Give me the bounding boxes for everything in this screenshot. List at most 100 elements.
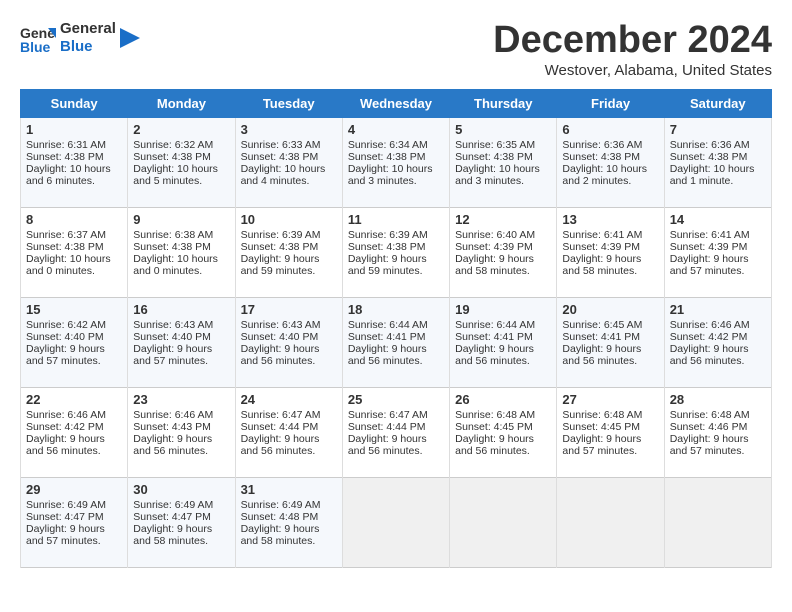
daylight-label: Daylight: 9 hours and 56 minutes. <box>670 343 749 367</box>
calendar-cell: 6Sunrise: 6:36 AMSunset: 4:38 PMDaylight… <box>557 117 664 207</box>
calendar-cell: 30Sunrise: 6:49 AMSunset: 4:47 PMDayligh… <box>128 477 235 567</box>
calendar-week-row: 8Sunrise: 6:37 AMSunset: 4:38 PMDaylight… <box>21 207 772 297</box>
day-number: 29 <box>26 482 122 497</box>
sunset-label: Sunset: 4:38 PM <box>133 151 211 163</box>
daylight-label: Daylight: 9 hours and 57 minutes. <box>26 343 105 367</box>
calendar-cell: 23Sunrise: 6:46 AMSunset: 4:43 PMDayligh… <box>128 387 235 477</box>
calendar-cell: 29Sunrise: 6:49 AMSunset: 4:47 PMDayligh… <box>21 477 128 567</box>
sunset-label: Sunset: 4:41 PM <box>348 331 426 343</box>
day-number: 5 <box>455 122 551 137</box>
page-header: General Blue General Blue December 2024 … <box>20 20 772 79</box>
daylight-label: Daylight: 10 hours and 4 minutes. <box>241 163 326 187</box>
calendar-cell: 11Sunrise: 6:39 AMSunset: 4:38 PMDayligh… <box>342 207 449 297</box>
sunset-label: Sunset: 4:45 PM <box>455 421 533 433</box>
location: Westover, Alabama, United States <box>493 62 772 79</box>
daylight-label: Daylight: 10 hours and 3 minutes. <box>455 163 540 187</box>
calendar-table: SundayMondayTuesdayWednesdayThursdayFrid… <box>20 89 772 568</box>
daylight-label: Daylight: 10 hours and 6 minutes. <box>26 163 111 187</box>
sunset-label: Sunset: 4:48 PM <box>241 511 319 523</box>
sunset-label: Sunset: 4:41 PM <box>562 331 640 343</box>
sunset-label: Sunset: 4:42 PM <box>670 331 748 343</box>
sunset-label: Sunset: 4:38 PM <box>241 151 319 163</box>
daylight-label: Daylight: 9 hours and 56 minutes. <box>348 343 427 367</box>
sunset-label: Sunset: 4:39 PM <box>562 241 640 253</box>
day-number: 21 <box>670 302 766 317</box>
sunrise-label: Sunrise: 6:49 AM <box>133 499 213 511</box>
sunrise-label: Sunrise: 6:31 AM <box>26 139 106 151</box>
daylight-label: Daylight: 9 hours and 56 minutes. <box>26 433 105 457</box>
month-title: December 2024 <box>493 20 772 62</box>
sunset-label: Sunset: 4:38 PM <box>26 241 104 253</box>
header-thursday: Thursday <box>450 89 557 117</box>
calendar-cell: 13 Sunrise: 6:41 AMSunset: 4:39 PMDayligh… <box>557 207 664 297</box>
daylight-label: Daylight: 9 hours and 58 minutes. <box>241 523 320 547</box>
daylight-label: Daylight: 9 hours and 58 minutes. <box>455 253 534 277</box>
daylight-label: Daylight: 9 hours and 59 minutes. <box>348 253 427 277</box>
day-number: 27 <box>562 392 658 407</box>
calendar-cell <box>664 477 771 567</box>
header-friday: Friday <box>557 89 664 117</box>
sunrise-label: Sunrise: 6:41 AM <box>562 229 642 241</box>
day-number: 22 <box>26 392 122 407</box>
daylight-label: Daylight: 10 hours and 0 minutes. <box>26 253 111 277</box>
day-number: 15 <box>26 302 122 317</box>
sunset-label: Sunset: 4:47 PM <box>133 511 211 523</box>
calendar-cell: 15Sunrise: 6:42 AMSunset: 4:40 PMDayligh… <box>21 297 128 387</box>
sunrise-label: Sunrise: 6:49 AM <box>241 499 321 511</box>
header-saturday: Saturday <box>664 89 771 117</box>
calendar-cell: 21 Sunrise: 6:46 AMSunset: 4:42 PMDayligh… <box>664 297 771 387</box>
daylight-label: Daylight: 9 hours and 56 minutes. <box>241 433 320 457</box>
calendar-cell: 16 Sunrise: 6:43 AMSunset: 4:40 PMDayligh… <box>128 297 235 387</box>
sunrise-label: Sunrise: 6:39 AM <box>348 229 428 241</box>
sunrise-label: Sunrise: 6:46 AM <box>670 319 750 331</box>
day-number: 20 <box>562 302 658 317</box>
calendar-cell <box>450 477 557 567</box>
sunset-label: Sunset: 4:41 PM <box>455 331 533 343</box>
daylight-label: Daylight: 9 hours and 58 minutes. <box>562 253 641 277</box>
day-number: 16 <box>133 302 229 317</box>
calendar-week-row: 1Sunrise: 6:31 AMSunset: 4:38 PMDaylight… <box>21 117 772 207</box>
sunrise-label: Sunrise: 6:45 AM <box>562 319 642 331</box>
daylight-label: Daylight: 9 hours and 57 minutes. <box>562 433 641 457</box>
sunrise-label: Sunrise: 6:41 AM <box>670 229 750 241</box>
calendar-cell: 7Sunrise: 6:36 AMSunset: 4:38 PMDaylight… <box>664 117 771 207</box>
calendar-cell: 12Sunrise: 6:40 AMSunset: 4:39 PMDayligh… <box>450 207 557 297</box>
sunrise-label: Sunrise: 6:35 AM <box>455 139 535 151</box>
calendar-cell: 1Sunrise: 6:31 AMSunset: 4:38 PMDaylight… <box>21 117 128 207</box>
daylight-label: Daylight: 9 hours and 57 minutes. <box>26 523 105 547</box>
daylight-label: Daylight: 9 hours and 56 minutes. <box>133 433 212 457</box>
day-number: 10 <box>241 212 337 227</box>
day-number: 30 <box>133 482 229 497</box>
daylight-label: Daylight: 9 hours and 57 minutes. <box>133 343 212 367</box>
calendar-cell: 25Sunrise: 6:47 AMSunset: 4:44 PMDayligh… <box>342 387 449 477</box>
sunset-label: Sunset: 4:39 PM <box>670 241 748 253</box>
day-number: 24 <box>241 392 337 407</box>
sunset-label: Sunset: 4:44 PM <box>348 421 426 433</box>
calendar-cell: 24Sunrise: 6:47 AMSunset: 4:44 PMDayligh… <box>235 387 342 477</box>
sunset-label: Sunset: 4:40 PM <box>133 331 211 343</box>
logo-text-blue: Blue <box>60 38 116 56</box>
sunset-label: Sunset: 4:38 PM <box>26 151 104 163</box>
daylight-label: Daylight: 9 hours and 56 minutes. <box>348 433 427 457</box>
logo: General Blue General Blue <box>20 20 140 56</box>
sunset-label: Sunset: 4:38 PM <box>348 241 426 253</box>
day-number: 13 <box>562 212 658 227</box>
sunrise-label: Sunrise: 6:48 AM <box>670 409 750 421</box>
sunset-label: Sunset: 4:43 PM <box>133 421 211 433</box>
calendar-cell: 3Sunrise: 6:33 AMSunset: 4:38 PMDaylight… <box>235 117 342 207</box>
daylight-label: Daylight: 9 hours and 59 minutes. <box>241 253 320 277</box>
daylight-label: Daylight: 10 hours and 3 minutes. <box>348 163 433 187</box>
day-number: 28 <box>670 392 766 407</box>
calendar-cell: 2Sunrise: 6:32 AMSunset: 4:38 PMDaylight… <box>128 117 235 207</box>
title-block: December 2024 Westover, Alabama, United … <box>493 20 772 79</box>
calendar-cell: 5Sunrise: 6:35 AMSunset: 4:38 PMDaylight… <box>450 117 557 207</box>
sunrise-label: Sunrise: 6:43 AM <box>133 319 213 331</box>
calendar-cell <box>342 477 449 567</box>
calendar-cell: 31Sunrise: 6:49 AMSunset: 4:48 PMDayligh… <box>235 477 342 567</box>
sunset-label: Sunset: 4:38 PM <box>562 151 640 163</box>
sunset-label: Sunset: 4:39 PM <box>455 241 533 253</box>
calendar-cell: 17Sunrise: 6:43 AMSunset: 4:40 PMDayligh… <box>235 297 342 387</box>
daylight-label: Daylight: 10 hours and 5 minutes. <box>133 163 218 187</box>
logo-arrow-icon <box>120 28 140 48</box>
day-number: 6 <box>562 122 658 137</box>
